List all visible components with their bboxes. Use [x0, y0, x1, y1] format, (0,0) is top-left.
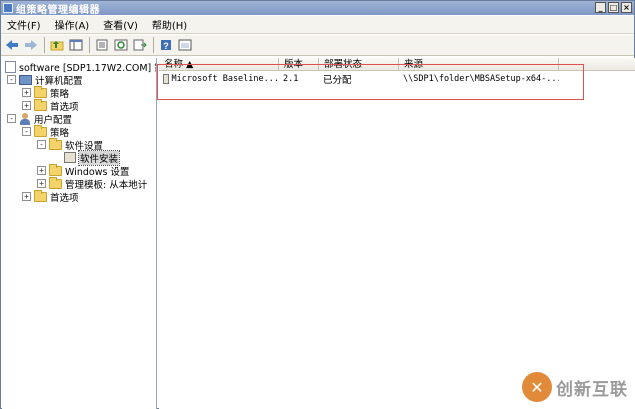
menu-action[interactable]: 操作(A): [55, 17, 90, 32]
tree-computer-policy-label: 策略: [50, 88, 70, 100]
back-arrow-icon[interactable]: [4, 37, 20, 53]
toolbar: ?: [1, 35, 634, 56]
svg-text:?: ?: [163, 41, 169, 51]
tree-root[interactable]: software [SDP1.17W2.COM] 策略: [5, 60, 156, 74]
row-status: 已分配: [323, 74, 352, 86]
expand-icon[interactable]: +: [22, 101, 31, 110]
row-name-cell: Microsoft Baseline...: [159, 73, 279, 84]
tree-windows-settings[interactable]: + Windows 设置: [37, 163, 130, 178]
tree-admin-templates-label: 管理模板: 从本地计: [65, 179, 148, 191]
show-tree-icon[interactable]: [68, 37, 84, 53]
column-headers: 名称 ▲ 版本 部署状态 来源: [159, 58, 635, 71]
tree-user-config[interactable]: - 用户配置: [7, 112, 73, 126]
expand-icon[interactable]: +: [22, 192, 31, 201]
window-title: 组策略管理编辑器: [16, 4, 100, 16]
tree-computer-prefs-label: 首选项: [50, 101, 79, 113]
computer-icon: [19, 74, 32, 85]
tree-user-config-label: 用户配置: [34, 114, 73, 126]
tree-software-install[interactable]: 软件安装: [64, 149, 121, 166]
folder-icon: [49, 137, 62, 150]
column-source-header[interactable]: 来源: [399, 58, 559, 71]
up-folder-icon[interactable]: [49, 37, 65, 53]
expand-icon[interactable]: +: [22, 88, 31, 97]
policy-doc-icon: [5, 60, 16, 73]
gpo-editor-window: 组策略管理编辑器 _ □ × 文件(F) 操作(A) 查看(V) 帮助(H) ?…: [0, 0, 635, 409]
tree-admin-templates[interactable]: + 管理模板: 从本地计: [37, 176, 148, 191]
column-status-header[interactable]: 部署状态: [319, 58, 399, 71]
tree-user-policy-label: 策略: [50, 127, 70, 139]
collapse-icon[interactable]: -: [37, 140, 46, 149]
minimize-button[interactable]: _: [595, 2, 606, 13]
close-button[interactable]: ×: [621, 2, 632, 13]
toolbar-separator: [44, 37, 45, 53]
properties-icon[interactable]: [94, 37, 110, 53]
tree-software-install-label: 软件安装: [77, 149, 121, 166]
package-icon: [163, 73, 169, 84]
tree-windows-settings-label: Windows 设置: [65, 166, 130, 178]
watermark-text: 创新互联: [556, 379, 628, 400]
details-pane: 名称 ▲ 版本 部署状态 来源 Microsoft Baseline... 2.…: [159, 58, 635, 409]
collapse-icon[interactable]: -: [22, 127, 31, 136]
folder-icon: [49, 176, 62, 189]
tree-computer-config-label: 计算机配置: [35, 75, 83, 87]
tree-software-settings[interactable]: - 软件设置: [37, 137, 104, 152]
table-row[interactable]: Microsoft Baseline... 2.1 已分配 \\SDP1\fol…: [159, 72, 559, 86]
tree-user-prefs[interactable]: + 首选项: [22, 189, 79, 204]
user-icon: [19, 112, 31, 125]
forward-arrow-icon[interactable]: [23, 37, 39, 53]
toolbar-separator: [153, 37, 154, 53]
collapse-icon[interactable]: -: [7, 75, 16, 84]
tree-user-prefs-label: 首选项: [50, 192, 79, 204]
menu-file[interactable]: 文件(F): [7, 17, 41, 32]
menu-help[interactable]: 帮助(H): [152, 17, 187, 32]
tree-computer-policy[interactable]: + 策略: [22, 85, 70, 100]
toolbar-separator: [89, 37, 90, 53]
refresh-icon[interactable]: [113, 37, 129, 53]
column-name-header[interactable]: 名称 ▲: [159, 58, 279, 71]
row-source: \\SDP1\folder\MBSASetup-x64-...: [403, 73, 559, 84]
title-bar: 组策略管理编辑器 _ □ ×: [1, 1, 634, 16]
tree-computer-prefs[interactable]: + 首选项: [22, 98, 79, 113]
column-version-header[interactable]: 版本: [279, 58, 319, 71]
menu-view[interactable]: 查看(V): [103, 17, 138, 32]
folder-icon: [34, 124, 47, 137]
tree-pane: software [SDP1.17W2.COM] 策略 - 计算机配置 + 策略…: [2, 58, 157, 409]
tree-root-label: software [SDP1.17W2.COM] 策略: [19, 62, 156, 74]
row-version: 2.1: [283, 73, 299, 84]
export-list-icon[interactable]: [132, 37, 148, 53]
tree-computer-config[interactable]: - 计算机配置: [7, 73, 83, 87]
view-icon[interactable]: [177, 37, 193, 53]
watermark: ✕ 创新互联: [522, 372, 628, 402]
help-icon[interactable]: ?: [158, 37, 174, 53]
expand-icon[interactable]: +: [37, 166, 46, 175]
folder-icon: [34, 189, 47, 202]
maximize-button[interactable]: □: [608, 2, 619, 13]
app-icon: [3, 3, 13, 13]
software-install-icon: [64, 152, 76, 163]
tree-user-policy[interactable]: - 策略: [22, 124, 70, 139]
tree-software-settings-label: 软件设置: [65, 140, 104, 152]
folder-icon: [34, 98, 47, 111]
row-name: Microsoft Baseline...: [171, 73, 279, 84]
menubar: 文件(F) 操作(A) 查看(V) 帮助(H): [1, 16, 634, 34]
folder-icon: [34, 85, 47, 98]
folder-icon: [49, 163, 62, 176]
collapse-icon[interactable]: -: [7, 114, 16, 123]
watermark-logo-icon: ✕: [522, 372, 552, 402]
expand-icon[interactable]: +: [37, 179, 46, 188]
